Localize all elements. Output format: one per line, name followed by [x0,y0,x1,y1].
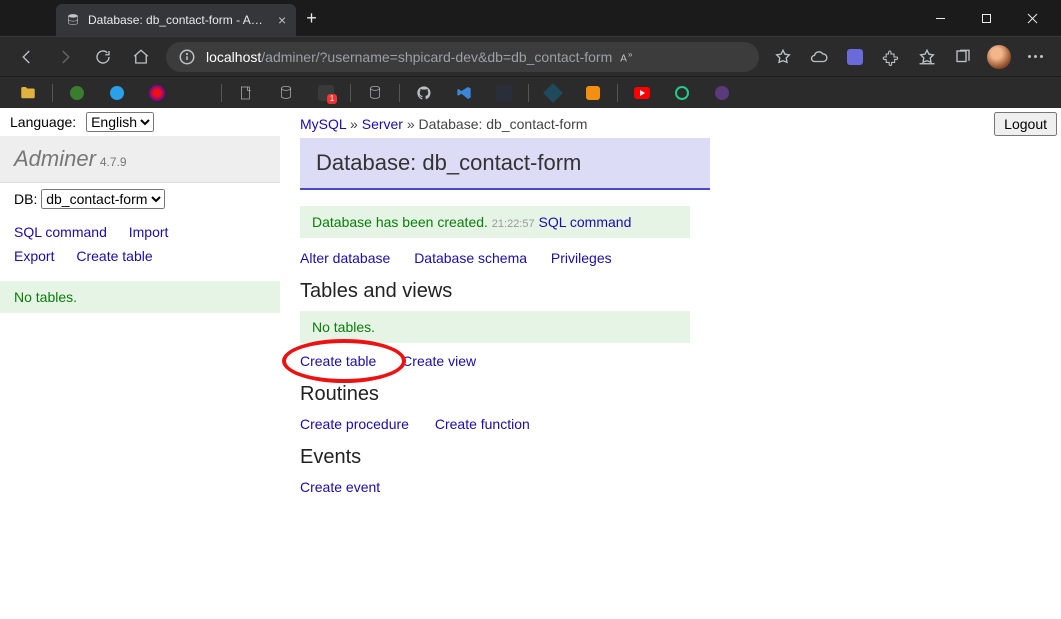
bm-db-icon[interactable] [274,81,298,105]
window-maximize-button[interactable] [963,0,1009,36]
page-title: Database: db_contact-form [316,150,694,176]
sb-no-tables: No tables. [0,281,280,313]
bm-db2-icon[interactable] [363,81,387,105]
extension-cloud-icon[interactable] [801,40,837,74]
db-select[interactable]: db_contact-form [41,189,165,209]
main-content: Logout MySQL » Server » Database: db_con… [280,108,1061,619]
bm-youtube-icon[interactable] [630,81,654,105]
bm-hex-icon[interactable] [541,81,565,105]
create-event-link[interactable]: Create event [300,479,380,495]
tab-close-icon[interactable]: × [278,13,286,27]
bm-blue-circle-icon[interactable] [105,81,129,105]
breadcrumb: MySQL » Server » Database: db_contact-fo… [300,114,1041,138]
forward-button[interactable] [46,40,84,74]
crumb-db-name: db_contact-form [486,116,587,132]
tables-heading: Tables and views [300,280,1041,303]
tab-favicon-db-icon [66,13,80,27]
msg-text: Database has been created. [312,214,488,230]
bm-green-circle-icon[interactable] [65,81,89,105]
msg-sql-link[interactable]: SQL command [539,214,632,230]
language-select[interactable]: English [86,112,154,132]
favorite-button[interactable] [765,40,801,74]
crumb-engine[interactable]: MySQL [300,116,346,132]
sb-sql-command-link[interactable]: SQL command [14,224,107,240]
logout-button[interactable]: Logout [994,112,1057,136]
bookmarks-bar: 1 [0,76,1061,108]
create-function-link[interactable]: Create function [435,416,530,432]
reader-mode-icon[interactable]: A» [620,49,633,64]
bm-green2-icon[interactable] [670,81,694,105]
bm-github-icon[interactable] [412,81,436,105]
database-schema-link[interactable]: Database schema [414,250,527,266]
window-minimize-button[interactable] [917,0,963,36]
url-text: localhost/adminer/?username=shpicard-dev… [206,49,612,65]
url-field[interactable]: localhost/adminer/?username=shpicard-dev… [166,42,759,72]
active-tab[interactable]: Database: db_contact-form - Ad… × [56,4,296,36]
brand-name: Adminer [14,146,96,171]
create-table-link[interactable]: Create table [300,353,376,369]
bm-orange-icon[interactable] [581,81,605,105]
site-info-icon[interactable] [178,48,196,66]
crumb-db-prefix: Database: [419,116,487,132]
sb-export-link[interactable]: Export [14,248,54,264]
new-tab-button[interactable]: + [306,8,317,29]
success-message: Database has been created. 21:22:57 SQL … [300,206,690,238]
events-heading: Events [300,446,1041,469]
refresh-button[interactable] [84,40,122,74]
tab-title: Database: db_contact-form - Ad… [88,13,268,27]
bm-purple-icon[interactable] [710,81,734,105]
logout-form: Logout [994,112,1057,136]
alter-database-link[interactable]: Alter database [300,250,390,266]
bookmark-folder-icon[interactable] [16,81,40,105]
back-button[interactable] [8,40,46,74]
bm-swirl-icon[interactable] [145,81,169,105]
create-procedure-link[interactable]: Create procedure [300,416,409,432]
msg-time: 21:22:57 [492,218,535,230]
sb-import-link[interactable]: Import [129,224,169,240]
bm-vscode-icon[interactable] [452,81,476,105]
browser-tab-bar: Database: db_contact-form - Ad… × + [0,0,1061,36]
brand-version: 4.7.9 [100,155,127,169]
window-close-button[interactable] [1009,0,1055,36]
create-view-link[interactable]: Create view [402,353,476,369]
no-tables-notice: No tables. [300,311,690,343]
routines-heading: Routines [300,383,1041,406]
bm-blank1-icon[interactable] [185,81,209,105]
browser-address-bar: localhost/adminer/?username=shpicard-dev… [0,36,1061,76]
sidebar: Language: English Adminer 4.7.9 DB: db_c… [0,108,280,619]
more-menu-button[interactable] [1017,40,1053,74]
extensions-button[interactable] [873,40,909,74]
crumb-server[interactable]: Server [362,116,403,132]
profile-avatar[interactable] [981,40,1017,74]
db-label: DB: [14,191,37,207]
create-table-highlight: Create table [300,353,398,369]
sb-create-table-link[interactable]: Create table [76,248,152,264]
collections-button[interactable] [945,40,981,74]
bm-red-badge-icon[interactable]: 1 [314,81,338,105]
home-button[interactable] [122,40,160,74]
bm-page-icon[interactable] [234,81,258,105]
privileges-link[interactable]: Privileges [551,250,612,266]
extension-square-icon[interactable] [837,40,873,74]
favorites-list-button[interactable] [909,40,945,74]
language-label: Language: [10,114,76,130]
bm-dark-icon[interactable] [492,81,516,105]
